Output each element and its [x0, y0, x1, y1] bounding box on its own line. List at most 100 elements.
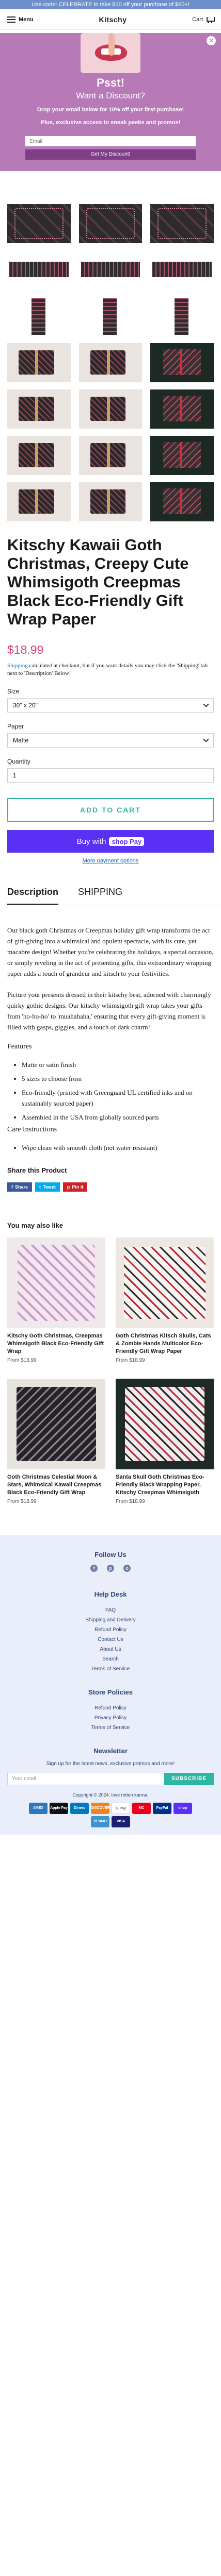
popup-email-input[interactable] — [25, 136, 196, 146]
description-paragraph: Picture your presents dressed in their k… — [7, 991, 211, 1031]
share-label: Share — [15, 1184, 28, 1190]
paper-select[interactable]: Matte — [7, 733, 214, 748]
product-card-title[interactable]: Santa Skull Goth Christmas Eco-Friendly … — [116, 1473, 214, 1497]
shop-pay-button[interactable]: Buy with shop Pay — [7, 830, 214, 853]
gallery-thumb[interactable] — [150, 482, 214, 521]
description-content: Our black goth Christmas or Creepmas hol… — [0, 925, 221, 1153]
product-card-image[interactable] — [116, 1379, 214, 1469]
store-policies-heading: Store Policies — [88, 1688, 133, 1696]
tweet-label: Tweet — [43, 1184, 56, 1190]
newsletter-email-input[interactable]: Your email — [7, 1773, 165, 1785]
product-title: Kitschy Kawaii Goth Christmas, Creepy Cu… — [7, 536, 189, 628]
gallery-thumb[interactable] — [150, 389, 214, 429]
product-card[interactable]: Goth Christmas Kitsch Skulls, Cats & Zom… — [116, 1238, 214, 1363]
product-card[interactable]: Santa Skull Goth Christmas Eco-Friendly … — [116, 1379, 214, 1504]
gallery-thumb[interactable] — [7, 343, 71, 382]
product-card-price: From $18.99 — [116, 1499, 145, 1504]
tab-shipping[interactable]: SHIPPING — [78, 887, 122, 905]
get-discount-button[interactable]: Get My Discount! — [25, 149, 196, 160]
footer-link[interactable]: About Us — [0, 1645, 221, 1654]
also-like-heading: You may also like — [7, 1222, 64, 1229]
features-heading: Features — [7, 1043, 32, 1050]
product-price: $18.99 — [7, 643, 44, 656]
gallery-thumb[interactable] — [7, 482, 71, 521]
menu-label[interactable]: Menu — [19, 16, 34, 23]
gallery-thumb[interactable] — [7, 250, 71, 290]
pin-label: Pin it — [72, 1184, 84, 1190]
gallery-thumb[interactable] — [7, 389, 71, 429]
product-card-image[interactable] — [7, 1238, 105, 1328]
gallery-thumb[interactable] — [150, 204, 214, 243]
cart-button[interactable]: Cart — [192, 16, 215, 23]
store-logo[interactable]: Kitschy — [34, 15, 192, 24]
footer-link[interactable]: Search — [0, 1654, 221, 1664]
newsletter-text: Sign up for the latest news, exclusive p… — [46, 1761, 175, 1767]
social-links: f p o — [0, 1565, 221, 1572]
instagram-icon[interactable]: o — [123, 1565, 131, 1572]
newsletter-heading: Newsletter — [93, 1747, 128, 1755]
shipping-link[interactable]: Shipping — [7, 663, 28, 669]
description-paragraph: Our black goth Christmas or Creepmas hol… — [7, 926, 214, 977]
paper-label: Paper — [7, 723, 24, 730]
pinterest-icon[interactable]: p — [107, 1565, 114, 1572]
gallery-thumb[interactable] — [78, 204, 143, 243]
product-card-title[interactable]: Goth Christmas Celestial Moon & Stars, W… — [7, 1473, 105, 1497]
site-footer: Follow Us f p o Help Desk FAQ Shipping a… — [0, 1535, 221, 1835]
paper-value: Matte — [13, 737, 29, 744]
product-tabs: Description SHIPPING — [0, 887, 221, 905]
footer-link[interactable]: Refund Policy — [0, 1703, 221, 1713]
gallery-thumb[interactable] — [78, 482, 143, 521]
twitter-share-button[interactable]: t Tweet — [35, 1182, 60, 1192]
facebook-icon[interactable]: f — [90, 1565, 98, 1572]
gallery-thumb[interactable] — [78, 436, 143, 475]
share-buttons: f Share t Tweet p Pin it — [0, 1182, 221, 1192]
gallery-thumb[interactable] — [150, 297, 214, 336]
apple-pay-icon: Apple Pay — [50, 1803, 68, 1814]
newsletter-form: Your email SUBSCRIBE — [7, 1773, 214, 1785]
footer-link[interactable]: Contact Us — [0, 1635, 221, 1645]
gallery-thumb[interactable] — [78, 297, 143, 336]
size-select[interactable]: 30" x 20" — [7, 698, 214, 713]
facebook-share-button[interactable]: f Share — [7, 1182, 33, 1192]
discover-icon: DISCOVER — [91, 1803, 110, 1814]
hamburger-menu-icon[interactable] — [7, 16, 15, 23]
tab-description[interactable]: Description — [7, 887, 59, 905]
gallery-thumb[interactable] — [7, 204, 71, 243]
product-card[interactable]: Goth Christmas Celestial Moon & Stars, W… — [7, 1379, 105, 1504]
gallery-thumb[interactable] — [7, 436, 71, 475]
footer-link[interactable]: Terms of Service — [0, 1723, 221, 1733]
diners-icon: Diners — [70, 1803, 89, 1814]
payment-icons: AMEX Apple Pay Diners DISCOVER G Pay MC … — [21, 1803, 200, 1827]
related-products: Kitschy Goth Christmas, Creepmas Whimsig… — [0, 1238, 221, 1504]
gallery-thumb[interactable] — [78, 250, 143, 290]
footer-link[interactable]: Shipping and Delivery — [0, 1615, 221, 1625]
footer-link[interactable]: Refund Policy — [0, 1625, 221, 1635]
gallery-thumb[interactable] — [78, 389, 143, 429]
gallery-thumb[interactable] — [150, 250, 214, 290]
subscribe-button[interactable]: SUBSCRIBE — [164, 1773, 214, 1785]
size-value: 30" x 20" — [13, 702, 38, 709]
product-card-image[interactable] — [116, 1238, 214, 1328]
product-card[interactable]: Kitschy Goth Christmas, Creepmas Whimsig… — [7, 1238, 105, 1363]
gallery-thumb[interactable] — [150, 436, 214, 475]
footer-link[interactable]: Privacy Policy — [0, 1713, 221, 1723]
product-card-image[interactable] — [7, 1379, 105, 1469]
footer-link[interactable]: Terms of Service — [0, 1664, 221, 1674]
pinterest-share-button[interactable]: p Pin it — [62, 1182, 88, 1192]
more-payment-options-link[interactable]: More payment options — [7, 858, 214, 864]
copyright: Copyright © 2024, love rotten karma. — [72, 1792, 149, 1798]
close-icon[interactable]: × — [207, 36, 216, 45]
product-card-title[interactable]: Goth Christmas Kitsch Skulls, Cats & Zom… — [116, 1332, 214, 1355]
footer-link[interactable]: FAQ — [0, 1605, 221, 1615]
gallery-thumb[interactable] — [78, 343, 143, 382]
product-card-price: From $18.99 — [116, 1358, 145, 1363]
feature-item: Assembled in the USA from globally sourc… — [22, 1112, 214, 1123]
gallery-thumb[interactable] — [7, 297, 71, 336]
quantity-input[interactable]: 1 — [7, 768, 214, 783]
product-card-title[interactable]: Kitschy Goth Christmas, Creepmas Whimsig… — [7, 1332, 105, 1355]
add-to-cart-button[interactable]: ADD TO CART — [7, 798, 214, 822]
gallery-thumb[interactable] — [150, 343, 214, 382]
share-heading: Share this Product — [7, 1166, 67, 1174]
feature-item: Matte or satin finish — [22, 1059, 214, 1070]
pinterest-icon: p — [67, 1184, 70, 1190]
